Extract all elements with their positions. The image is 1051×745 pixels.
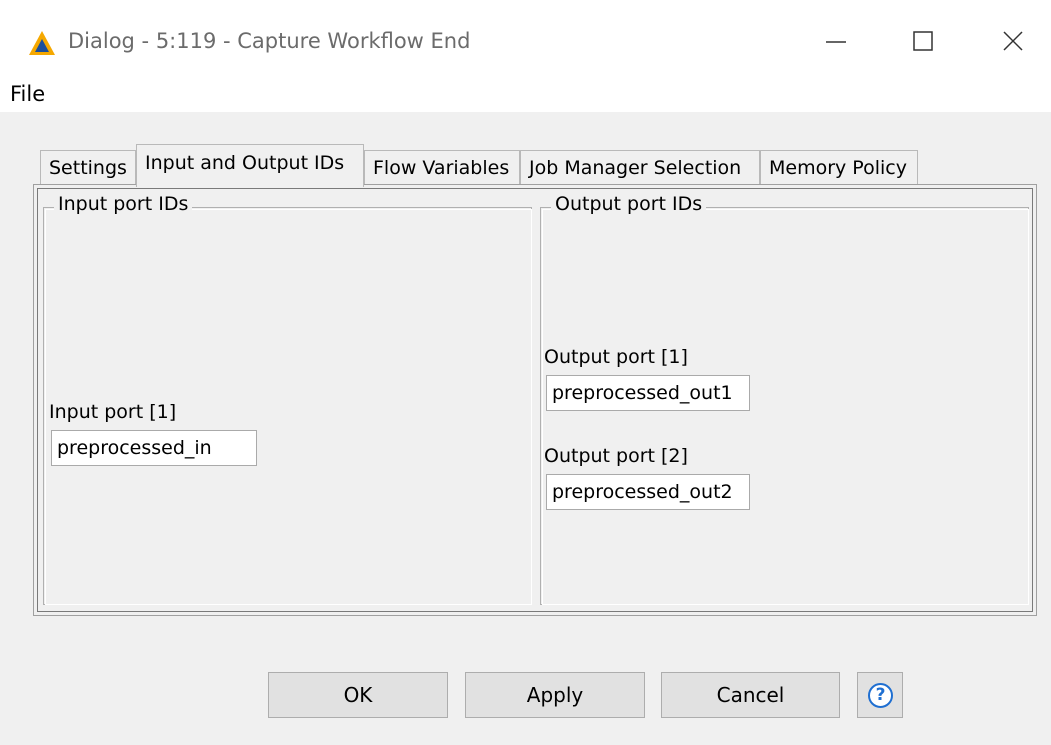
output-port-1-field[interactable]: preprocessed_out1 (546, 375, 750, 411)
output-port-1-label: Output port [1] (544, 346, 688, 368)
output-port-2-label: Output port [2] (544, 445, 688, 467)
warning-triangle-icon (29, 31, 55, 55)
menu-file[interactable]: File (10, 82, 45, 106)
title-bar: Dialog - 5:119 - Capture Workflow End (0, 0, 1051, 82)
input-port-ids-group: Input port IDs Input port [1] preprocess… (43, 193, 532, 605)
apply-button[interactable]: Apply (465, 672, 645, 718)
maximize-icon[interactable] (910, 28, 936, 54)
ok-button[interactable]: OK (268, 672, 448, 718)
output-port-2-field[interactable]: preprocessed_out2 (546, 474, 750, 510)
input-port-1-field[interactable]: preprocessed_in (51, 430, 257, 466)
minimize-icon[interactable] (823, 28, 849, 54)
close-icon[interactable] (1000, 28, 1026, 54)
tab-input-output-ids[interactable]: Input and Output IDs (136, 144, 364, 187)
input-group-title: Input port IDs (54, 193, 193, 215)
input-port-1-label: Input port [1] (49, 401, 177, 423)
tab-memory-policy[interactable]: Memory Policy (760, 150, 918, 186)
output-group-title: Output port IDs (551, 193, 707, 215)
tab-content-inner: Input port IDs Input port [1] preprocess… (37, 188, 1033, 612)
help-icon: ? (868, 683, 893, 708)
menu-bar: File (0, 76, 1051, 112)
tab-content-panel: Input port IDs Input port [1] preprocess… (33, 184, 1037, 616)
cancel-button[interactable]: Cancel (661, 672, 840, 718)
tab-flow-variables[interactable]: Flow Variables (364, 150, 520, 186)
tab-job-manager-selection[interactable]: Job Manager Selection (520, 150, 760, 186)
output-port-ids-group: Output port IDs Output port [1] preproce… (540, 193, 1029, 605)
help-button[interactable]: ? (857, 672, 903, 718)
window-title: Dialog - 5:119 - Capture Workflow End (68, 29, 471, 53)
tab-settings[interactable]: Settings (40, 150, 136, 186)
